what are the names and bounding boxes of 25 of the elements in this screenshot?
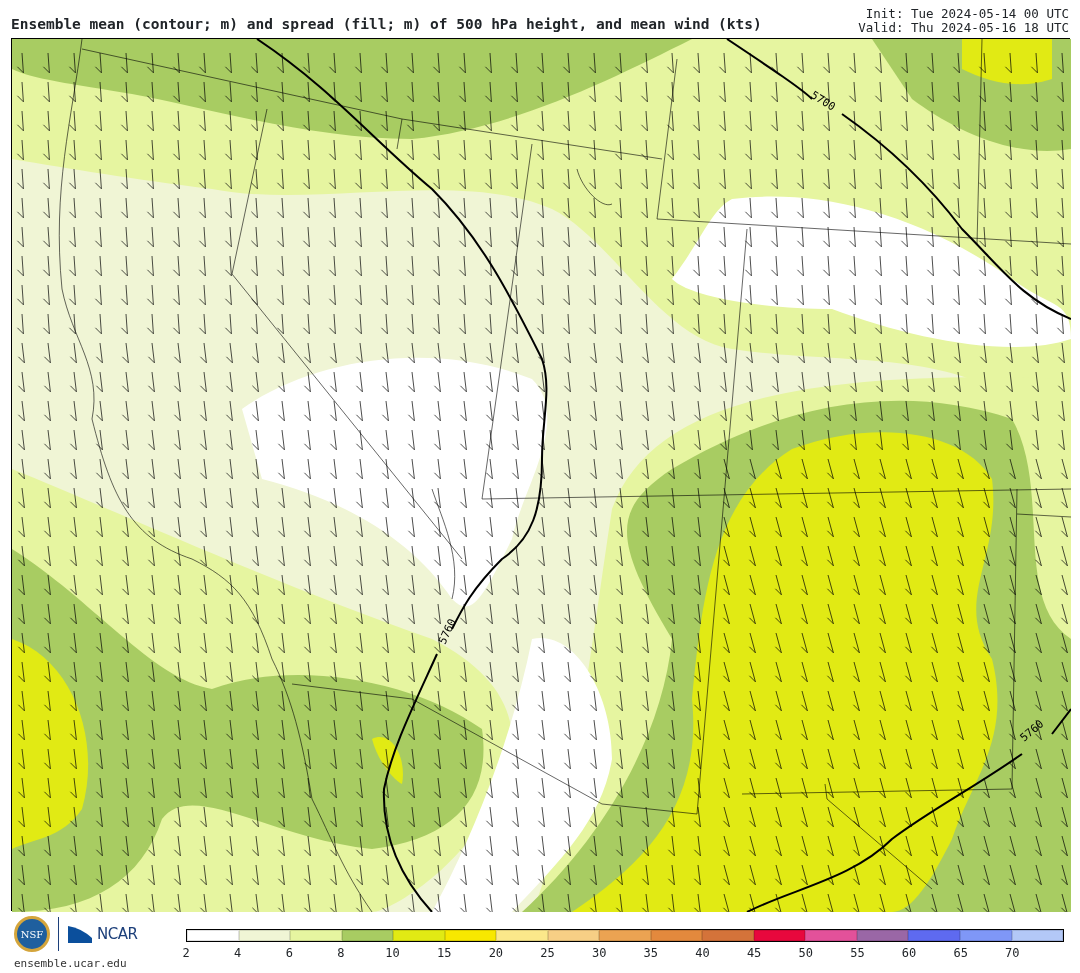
colorbar-tick-label: 10 [385, 945, 400, 962]
colorbar-tick-label: 4 [234, 945, 242, 962]
ncar-logo: NCAR [97, 923, 138, 945]
colorbar-tick-label: 8 [337, 945, 345, 962]
colorbar-tick-label: 40 [695, 945, 710, 962]
colorbar-tick-label: 65 [953, 945, 968, 962]
colorbar-tick-label: 50 [798, 945, 813, 962]
valid-time: Valid: Thu 2024-05-16 18 UTC [858, 21, 1069, 35]
colorbar-tick-label: 55 [850, 945, 865, 962]
colorbar-tick-label: 35 [643, 945, 659, 962]
colorbar-tick-label: 20 [488, 945, 504, 962]
colorbar-tick-label: 2 [182, 945, 190, 962]
colorbar-tick-label: 15 [437, 945, 452, 962]
init-time: Init: Tue 2024-05-14 00 UTC [864, 7, 1069, 21]
colorbar-tick-label: 70 [1005, 945, 1020, 962]
colorbar-tick-label: 60 [901, 945, 917, 962]
colorbar-tick-label: 30 [591, 945, 607, 962]
nsf-logo: NSF [14, 916, 50, 952]
colorbar-tick-label: 45 [746, 945, 762, 962]
site-url: ensemble.ucar.edu [14, 956, 128, 972]
contour-label: 5760 [435, 616, 459, 647]
colorbar-tick-label: 25 [540, 945, 555, 962]
colorbar-tick-label: 6 [285, 945, 293, 962]
chart-title: Ensemble mean (contour; m) and spread (fill; m) of 500 hPa height, and mean wind (kts) [11, 15, 762, 34]
wave-icon [67, 924, 93, 944]
